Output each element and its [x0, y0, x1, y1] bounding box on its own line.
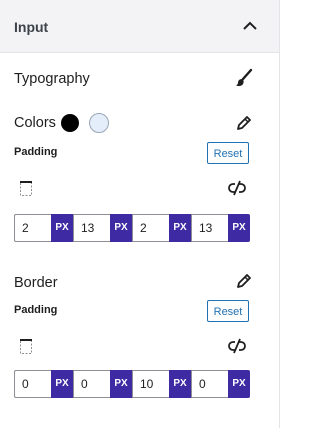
padding-bottom-input[interactable]: 2	[132, 214, 169, 242]
padding-reset-button[interactable]: Reset	[207, 142, 249, 164]
border-padding-bottom-input[interactable]: 10	[132, 370, 169, 398]
border-padding-left-unit[interactable]: PX	[228, 370, 250, 398]
border-padding-right-input[interactable]: 0	[73, 370, 110, 398]
border-padding-reset-button[interactable]: Reset	[207, 300, 249, 322]
panel-header[interactable]: Input	[0, 0, 279, 53]
input-settings-panel: Input Typography Colors Padding Reset 2 …	[0, 0, 280, 428]
padding-left-input[interactable]: 13	[191, 214, 228, 242]
padding-right-input[interactable]: 13	[73, 214, 110, 242]
padding-sides-icon	[20, 181, 32, 196]
color-swatch-black[interactable]	[61, 114, 79, 132]
color-swatch-light-blue[interactable]	[89, 113, 109, 133]
border-padding-inputs: 0 PX 0 PX 10 PX 0 PX	[14, 370, 250, 398]
border-padding-label: Padding	[14, 304, 58, 316]
pencil-icon[interactable]	[236, 273, 252, 289]
chevron-up-icon[interactable]	[241, 19, 259, 33]
pencil-icon[interactable]	[236, 115, 252, 131]
padding-sides-icon	[20, 339, 32, 354]
typography-label: Typography	[14, 71, 90, 87]
colors-label: Colors	[14, 115, 56, 131]
link-sides-icon[interactable]	[228, 179, 246, 197]
link-sides-icon[interactable]	[228, 337, 246, 355]
border-padding-bottom-unit[interactable]: PX	[169, 370, 191, 398]
border-padding-top-unit[interactable]: PX	[51, 370, 73, 398]
padding-top-input[interactable]: 2	[14, 214, 51, 242]
brush-icon[interactable]	[235, 68, 253, 88]
padding-right-unit[interactable]: PX	[110, 214, 132, 242]
border-padding-left-input[interactable]: 0	[191, 370, 228, 398]
panel-title: Input	[14, 19, 49, 35]
border-padding-top-input[interactable]: 0	[14, 370, 51, 398]
padding-bottom-unit[interactable]: PX	[169, 214, 191, 242]
border-label: Border	[14, 275, 58, 291]
padding-inputs: 2 PX 13 PX 2 PX 13 PX	[14, 214, 250, 242]
padding-left-unit[interactable]: PX	[228, 214, 250, 242]
padding-label: Padding	[14, 146, 58, 158]
border-padding-right-unit[interactable]: PX	[110, 370, 132, 398]
padding-top-unit[interactable]: PX	[51, 214, 73, 242]
